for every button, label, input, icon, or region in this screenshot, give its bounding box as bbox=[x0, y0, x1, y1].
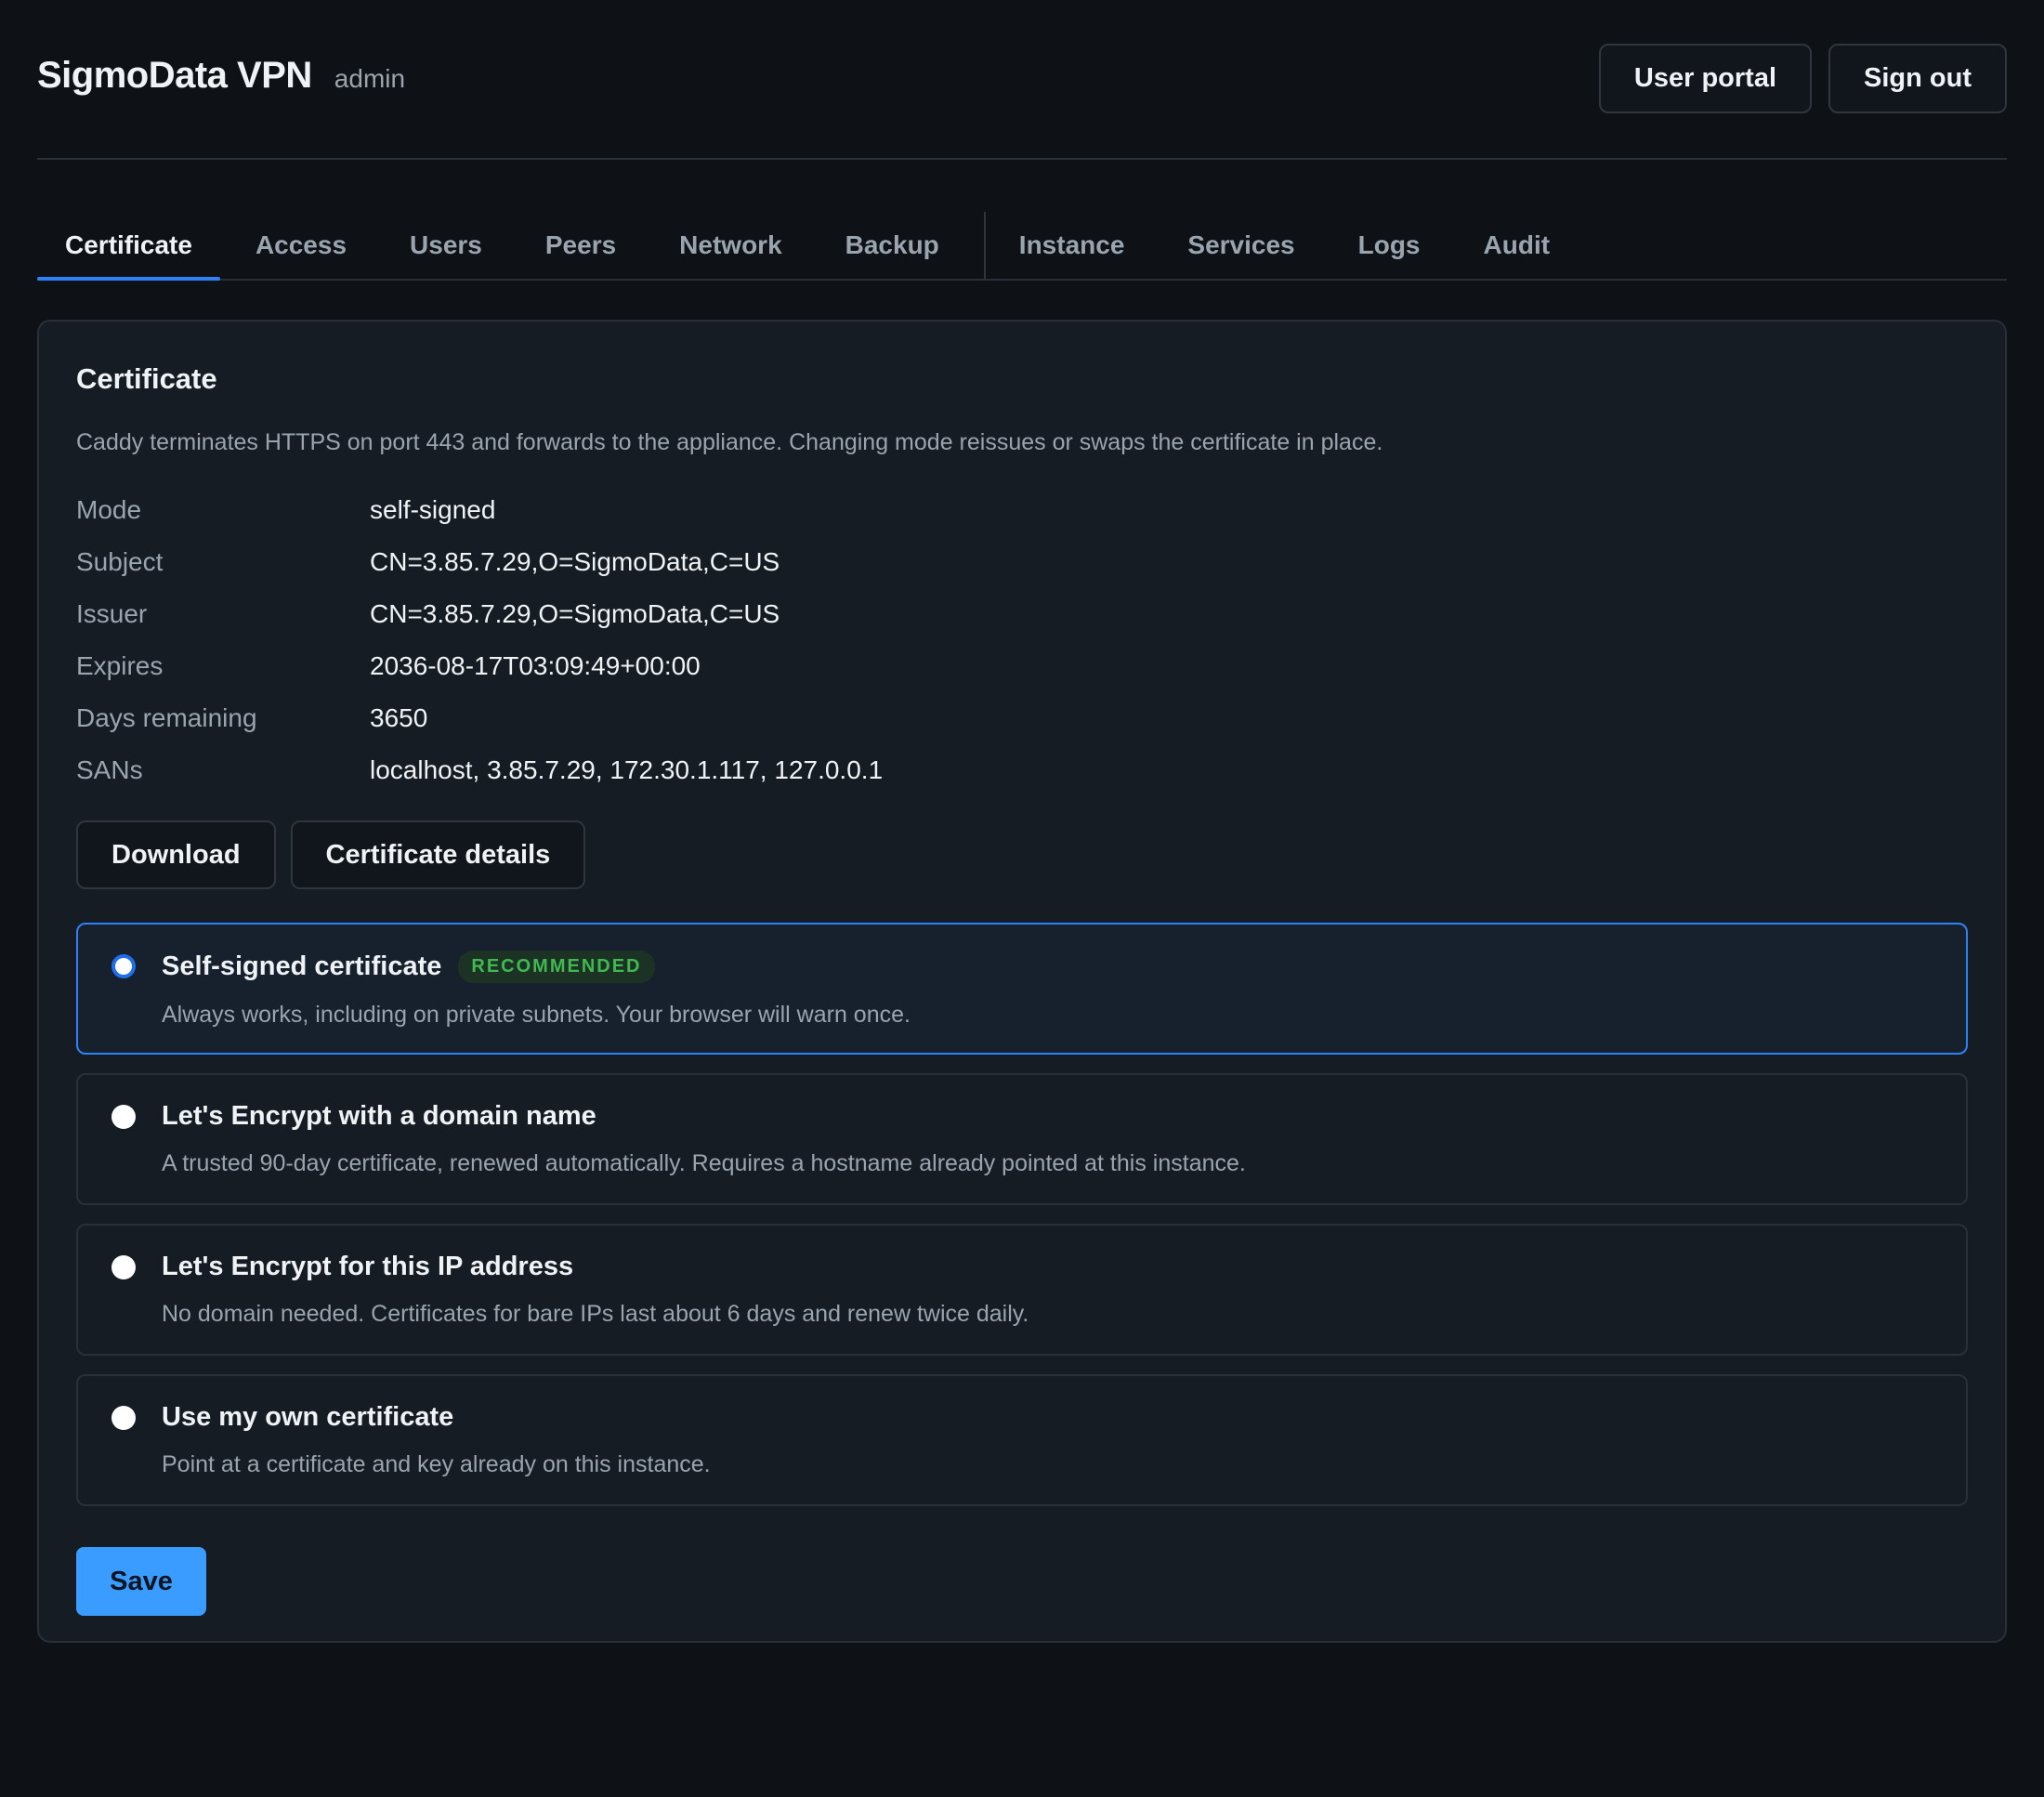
info-label: Subject bbox=[76, 547, 164, 576]
card-description: Caddy terminates HTTPS on port 443 and f… bbox=[76, 429, 1383, 455]
info-row-expires: Expires 2036-08-17T03:09:49+00:00 bbox=[76, 640, 1968, 692]
option-text: Let's Encrypt for this IP address No dom… bbox=[162, 1252, 1029, 1328]
tab-access[interactable]: Access bbox=[228, 212, 374, 279]
option-description: Always works, including on private subne… bbox=[162, 1002, 911, 1028]
recommended-badge: RECOMMENDED bbox=[458, 951, 655, 983]
radio-button-selected[interactable] bbox=[111, 954, 136, 978]
tab-audit[interactable]: Audit bbox=[1456, 212, 1579, 279]
info-label: Issuer bbox=[76, 599, 148, 628]
tab-services[interactable]: Services bbox=[1160, 212, 1322, 279]
save-button[interactable]: Save bbox=[76, 1547, 206, 1616]
info-label: Expires bbox=[76, 651, 164, 680]
tab-logs[interactable]: Logs bbox=[1330, 212, 1448, 279]
option-head: Let's Encrypt for this IP address bbox=[162, 1252, 1029, 1282]
option-letsencrypt-domain[interactable]: Let's Encrypt with a domain name A trust… bbox=[76, 1073, 1968, 1205]
info-row-days-remaining: Days remaining 3650 bbox=[76, 692, 1968, 744]
info-value: self-signed bbox=[370, 495, 496, 524]
user-portal-button[interactable]: User portal bbox=[1598, 43, 1813, 113]
tab-instance[interactable]: Instance bbox=[991, 212, 1153, 279]
tab-backup[interactable]: Backup bbox=[818, 212, 967, 279]
info-value: 3650 bbox=[370, 703, 428, 732]
radio-button[interactable] bbox=[111, 1406, 136, 1430]
option-description: A trusted 90-day certificate, renewed au… bbox=[162, 1150, 1246, 1176]
header-actions: User portal Sign out bbox=[1598, 43, 2007, 113]
option-title: Self-signed certificate bbox=[162, 951, 442, 981]
info-row-sans: SANs localhost, 3.85.7.29, 172.30.1.117,… bbox=[76, 744, 1968, 796]
tab-network[interactable]: Network bbox=[651, 212, 809, 279]
option-self-signed[interactable]: Self-signed certificate RECOMMENDED Alwa… bbox=[76, 923, 1968, 1055]
option-description: Point at a certificate and key already o… bbox=[162, 1451, 711, 1477]
info-label: Days remaining bbox=[76, 703, 257, 732]
option-head: Use my own certificate bbox=[162, 1402, 711, 1433]
certificate-details-button[interactable]: Certificate details bbox=[290, 820, 586, 889]
option-head: Let's Encrypt with a domain name bbox=[162, 1101, 1246, 1132]
option-text: Let's Encrypt with a domain name A trust… bbox=[162, 1101, 1246, 1177]
info-label: SANs bbox=[76, 755, 143, 784]
download-button[interactable]: Download bbox=[76, 820, 276, 889]
info-row-mode: Mode self-signed bbox=[76, 484, 1968, 536]
sign-out-button[interactable]: Sign out bbox=[1828, 43, 2007, 113]
card-title: Certificate bbox=[76, 362, 217, 395]
tab-certificate[interactable]: Certificate bbox=[37, 212, 220, 281]
info-value: localhost, 3.85.7.29, 172.30.1.117, 127.… bbox=[370, 755, 884, 784]
certificate-mode-options: Self-signed certificate RECOMMENDED Alwa… bbox=[76, 923, 1968, 1506]
tab-peers[interactable]: Peers bbox=[518, 212, 644, 279]
option-description: No domain needed. Certificates for bare … bbox=[162, 1301, 1029, 1327]
info-row-subject: Subject CN=3.85.7.29,O=SigmoData,C=US bbox=[76, 536, 1968, 588]
app-title: SigmoData VPN bbox=[37, 54, 312, 96]
option-text: Self-signed certificate RECOMMENDED Alwa… bbox=[162, 951, 911, 1029]
option-text: Use my own certificate Point at a certif… bbox=[162, 1402, 711, 1478]
option-letsencrypt-ip[interactable]: Let's Encrypt for this IP address No dom… bbox=[76, 1224, 1968, 1356]
admin-page: SigmoData VPN admin User portal Sign out… bbox=[0, 0, 2044, 1797]
option-head: Self-signed certificate RECOMMENDED bbox=[162, 951, 911, 983]
option-title: Let's Encrypt with a domain name bbox=[162, 1101, 596, 1131]
tab-users[interactable]: Users bbox=[382, 212, 510, 279]
info-value: CN=3.85.7.29,O=SigmoData,C=US bbox=[370, 547, 780, 576]
option-title: Use my own certificate bbox=[162, 1402, 454, 1432]
brand: SigmoData VPN admin bbox=[37, 55, 405, 97]
option-title: Let's Encrypt for this IP address bbox=[162, 1252, 574, 1281]
radio-button[interactable] bbox=[111, 1255, 136, 1279]
app-header: SigmoData VPN admin User portal Sign out bbox=[37, 0, 2007, 160]
option-own-certificate[interactable]: Use my own certificate Point at a certif… bbox=[76, 1374, 1968, 1506]
info-label: Mode bbox=[76, 495, 142, 524]
info-row-issuer: Issuer CN=3.85.7.29,O=SigmoData,C=US bbox=[76, 588, 1968, 640]
certificate-actions: Download Certificate details bbox=[76, 820, 1968, 889]
tab-divider bbox=[983, 212, 986, 279]
tab-bar: Certificate Access Users Peers Network B… bbox=[37, 212, 2007, 281]
info-value: 2036-08-17T03:09:49+00:00 bbox=[370, 651, 701, 680]
radio-button[interactable] bbox=[111, 1105, 136, 1129]
certificate-info: Mode self-signed Subject CN=3.85.7.29,O=… bbox=[76, 484, 1968, 796]
certificate-card: Certificate Caddy terminates HTTPS on po… bbox=[37, 320, 2007, 1643]
user-role: admin bbox=[334, 63, 406, 93]
info-value: CN=3.85.7.29,O=SigmoData,C=US bbox=[370, 599, 780, 628]
